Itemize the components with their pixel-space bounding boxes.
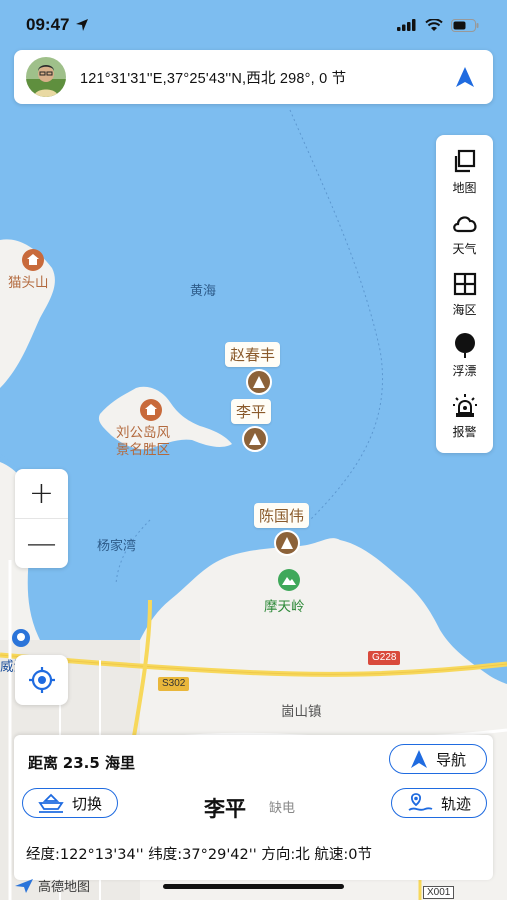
navigate-button[interactable]: 导航 — [389, 744, 487, 774]
tool-buoy[interactable]: 浮漂 — [436, 330, 493, 391]
place-label-line: 景名胜区 — [116, 442, 170, 458]
switch-button[interactable]: 切换 — [22, 788, 118, 818]
distance-value: 23.5 海里 — [62, 754, 136, 772]
cellular-signal-icon — [397, 19, 416, 31]
layers-icon — [454, 149, 475, 173]
wifi-icon — [425, 18, 443, 31]
crosshair-icon — [28, 667, 55, 693]
zoom-in-button[interactable]: + — [15, 469, 68, 518]
zoom-control: + — — [15, 469, 68, 568]
cloud-icon — [452, 216, 476, 233]
road-badge-s302: S302 — [158, 677, 190, 691]
map-tools-toolbar: 地图 天气 海区 浮漂 报警 — [436, 135, 493, 453]
amap-logo-text: 高德地图 — [38, 880, 91, 895]
current-position-text: 121°31'31''E,37°25'43''N,西北 298°, 0 节 — [80, 70, 347, 87]
vessel-arrow-icon — [281, 537, 293, 549]
vessel-position-info: 经度:122°13'34'' 纬度:37°29'42'' 方向:北 航速:0节 — [26, 847, 372, 863]
place-label-chongshan: 崮山镇 — [281, 704, 322, 720]
track-label: 轨迹 — [440, 794, 471, 813]
place-label-maotoushan: 猫头山 — [8, 275, 49, 291]
distance-label: 距离 — [28, 754, 59, 772]
zoom-out-button[interactable]: — — [15, 519, 68, 568]
road-badge-x001: X001 — [423, 886, 455, 899]
road-badge-g228: G228 — [368, 651, 401, 665]
vessel-status: 缺电 — [269, 801, 296, 816]
tool-label: 海区 — [452, 303, 477, 317]
buoy-icon — [454, 333, 475, 358]
place-label-line: 刘公岛风 — [116, 425, 170, 441]
sea-label-huanghai: 黄海 — [190, 284, 217, 299]
locate-me-button[interactable] — [15, 655, 68, 705]
vessel-marker[interactable] — [242, 426, 268, 452]
tool-label: 天气 — [452, 242, 477, 256]
vessel-detail-panel: 距离 23.5 海里 导航 切换 李平 缺电 轨迹 经度:122°13'34''… — [14, 735, 493, 880]
tool-sea-area[interactable]: 海区 — [436, 269, 493, 330]
navigation-arrow-icon — [410, 750, 427, 768]
scenic-spot-pin-icon[interactable] — [21, 248, 45, 272]
tool-map-layers[interactable]: 地图 — [436, 147, 493, 208]
track-route-icon — [408, 793, 433, 811]
amap-logo-icon — [15, 878, 33, 893]
distance-readout: 距离 23.5 海里 — [28, 752, 135, 773]
vessel-name-label[interactable]: 陈国伟 — [254, 503, 310, 528]
vessel-marker[interactable] — [274, 530, 300, 556]
switch-label: 切换 — [71, 794, 102, 813]
tool-label: 浮漂 — [452, 364, 477, 378]
place-label-yangjiawan: 杨家湾 — [97, 539, 137, 554]
avatar[interactable] — [26, 57, 66, 97]
tool-label: 报警 — [452, 425, 477, 439]
home-indicator[interactable] — [163, 884, 344, 889]
transit-pin-icon[interactable] — [11, 628, 31, 648]
status-icons — [397, 18, 479, 32]
place-label-motianling: 摩天岭 — [264, 599, 305, 615]
track-button[interactable]: 轨迹 — [391, 788, 487, 818]
tool-weather[interactable]: 天气 — [436, 208, 493, 269]
status-bar: 09:47 — [0, 0, 507, 50]
amap-logo: 高德地图 — [14, 876, 90, 895]
tool-alarm[interactable]: 报警 — [436, 391, 493, 452]
mountain-pin-icon[interactable] — [277, 568, 301, 592]
place-label-liugongdao: 刘公岛风 景名胜区 — [116, 425, 170, 459]
battery-icon — [451, 18, 479, 32]
location-arrow-icon — [76, 19, 89, 31]
status-time: 09:47 — [26, 15, 89, 35]
tool-label: 地图 — [452, 181, 477, 195]
scenic-spot-pin-icon[interactable] — [139, 398, 163, 422]
vessel-name: 李平 — [204, 797, 246, 821]
vessel-arrow-icon — [253, 376, 265, 388]
position-info-card[interactable]: 121°31'31''E,37°25'43''N,西北 298°, 0 节 — [14, 50, 493, 104]
navigate-label: 导航 — [435, 750, 466, 769]
alarm-icon — [452, 394, 477, 417]
grid-icon — [453, 272, 476, 296]
vessel-name-label[interactable]: 李平 — [231, 399, 272, 424]
vessel-name-label[interactable]: 赵春丰 — [225, 342, 281, 367]
vessel-marker[interactable] — [246, 369, 272, 395]
navigation-arrow-icon[interactable] — [455, 66, 475, 88]
vessel-arrow-icon — [249, 433, 261, 445]
ship-switch-icon — [38, 793, 64, 813]
